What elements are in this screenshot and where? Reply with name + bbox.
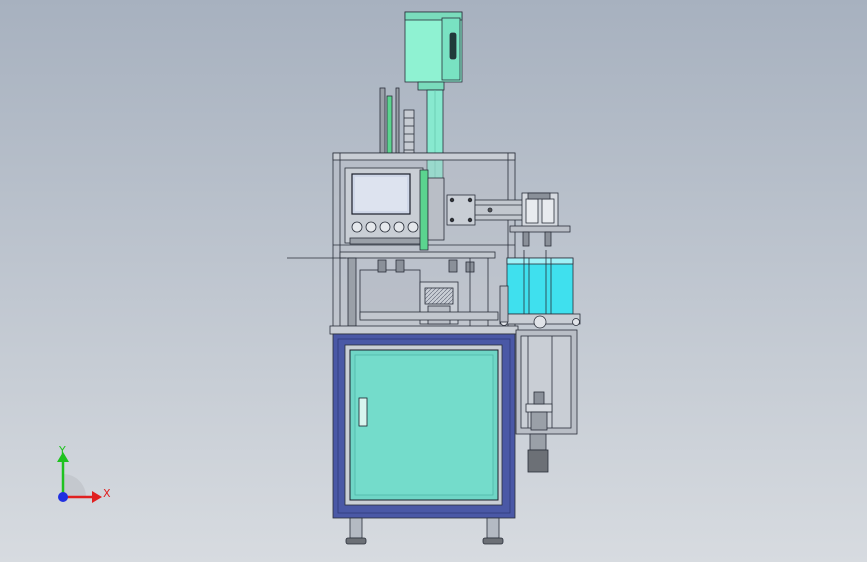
door-handle[interactable]	[358, 397, 368, 427]
panel-button-4[interactable]	[393, 221, 405, 233]
z-axis-dot	[58, 492, 68, 502]
panel-button-1[interactable]	[351, 221, 363, 233]
top-motor-box[interactable]	[404, 11, 463, 91]
cyan-cylinder-bank[interactable]	[499, 250, 581, 329]
table-top	[329, 325, 519, 335]
cad-viewport[interactable]: Y X	[0, 0, 867, 562]
panel-button-3[interactable]	[379, 221, 391, 233]
panel-button-5[interactable]	[407, 221, 419, 233]
y-axis-label: Y	[58, 444, 66, 457]
side-green-column	[419, 169, 445, 251]
side-electrical-box[interactable]	[515, 329, 578, 435]
bottom-side-motor[interactable]	[527, 433, 549, 473]
x-axis-label: X	[103, 487, 111, 500]
cad-scene[interactable]: Y X	[0, 0, 867, 562]
lower-cabinet[interactable]	[332, 333, 516, 519]
panel-button-2[interactable]	[365, 221, 377, 233]
hmi-control-panel[interactable]	[344, 167, 424, 245]
